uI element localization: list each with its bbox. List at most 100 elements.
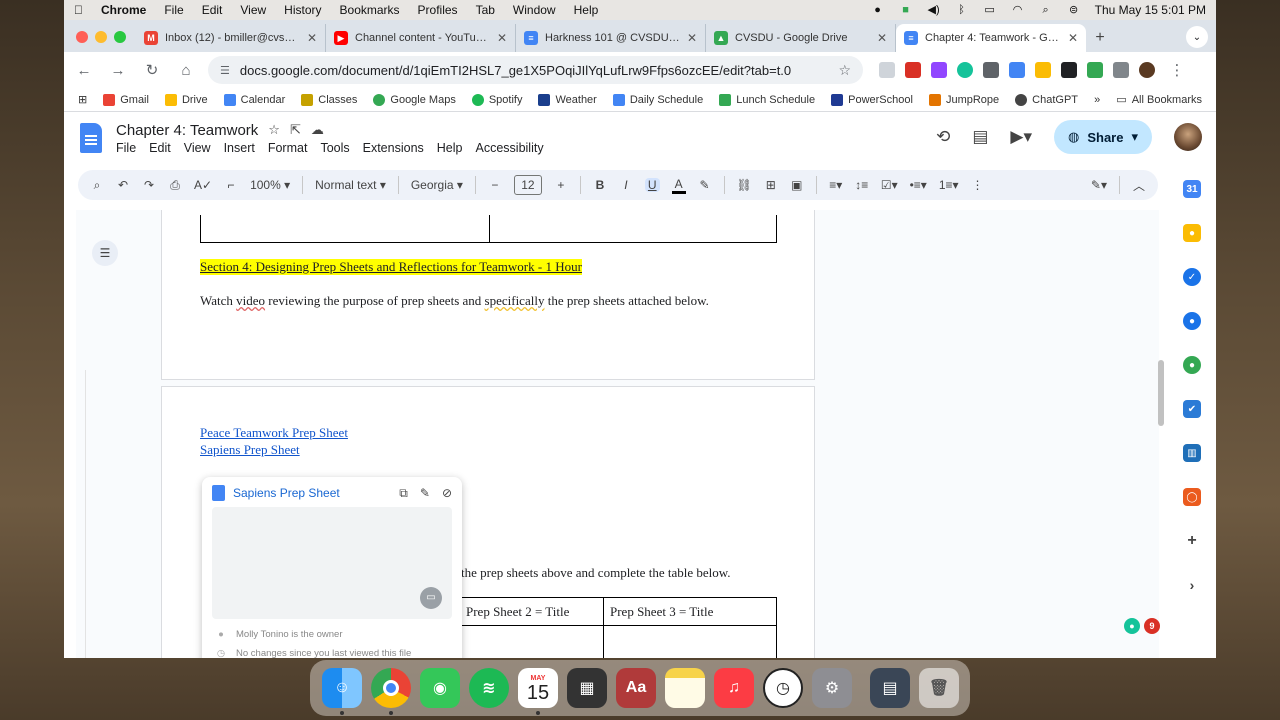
line-spacing-icon[interactable]: ↕≡: [855, 178, 869, 192]
grammarly-extension-icon[interactable]: [957, 62, 973, 78]
spellcheck-icon[interactable]: A✓: [194, 178, 212, 192]
highlight-icon[interactable]: ✎: [698, 178, 712, 192]
numbered-list-icon[interactable]: 1≡▾: [939, 178, 959, 192]
bookmark-daily-schedule[interactable]: Daily Schedule: [612, 93, 703, 106]
keep-icon[interactable]: ●: [1183, 224, 1201, 242]
collapse-menus-icon[interactable]: ︿: [1132, 177, 1146, 194]
tasks-icon[interactable]: ✓: [1183, 268, 1201, 286]
address-bar[interactable]: ☰ docs.google.com/document/d/1qiEmTI2HSL…: [208, 56, 863, 84]
record-icon[interactable]: ●: [871, 4, 885, 16]
share-button[interactable]: ◍ Share ▾: [1053, 120, 1152, 154]
notes-icon[interactable]: [665, 668, 705, 708]
new-extension-icon[interactable]: [905, 62, 921, 78]
forward-icon[interactable]: →: [106, 62, 130, 79]
account-avatar[interactable]: [1174, 123, 1202, 151]
doc-title[interactable]: Chapter 4: Teamwork: [116, 122, 258, 139]
inbox-addon-icon[interactable]: ▥: [1183, 444, 1201, 462]
contacts-icon[interactable]: ●: [1183, 312, 1201, 330]
puzzle-extensions-icon[interactable]: [1113, 62, 1129, 78]
screen-extension-icon[interactable]: [1061, 62, 1077, 78]
spotify-icon[interactable]: ≋: [469, 668, 509, 708]
docs-menu-edit[interactable]: Edit: [149, 141, 171, 155]
notification-count-badge[interactable]: 9: [1144, 618, 1160, 634]
star-icon[interactable]: ☆: [268, 122, 280, 138]
search-menus-icon[interactable]: ⌕: [90, 178, 104, 193]
close-window-button[interactable]: [76, 31, 88, 43]
text-color-icon[interactable]: A: [671, 177, 686, 194]
profile-avatar[interactable]: [1139, 62, 1155, 78]
close-tab-icon[interactable]: ✕: [497, 31, 507, 45]
document-outline-icon[interactable]: ☰: [92, 240, 118, 266]
menu-history[interactable]: History: [284, 3, 321, 17]
bookmark-classes[interactable]: Classes: [301, 93, 357, 106]
underline-icon[interactable]: U: [644, 178, 660, 192]
volume-icon[interactable]: ◀): [927, 4, 941, 16]
reload-icon[interactable]: ↻: [140, 61, 164, 79]
font-select[interactable]: Georgia ▾: [411, 178, 463, 192]
sapiens-prep-sheet-link[interactable]: Sapiens Prep Sheet: [200, 442, 300, 458]
site-info-icon[interactable]: ☰: [220, 64, 230, 77]
bookmark-star-icon[interactable]: ☆: [838, 62, 851, 79]
system-settings-icon[interactable]: ⚙: [812, 668, 852, 708]
zoom-window-button[interactable]: [114, 31, 126, 43]
bookmark-weather[interactable]: Weather: [538, 93, 597, 106]
menu-file[interactable]: File: [164, 3, 183, 17]
clock-icon[interactable]: ◷: [763, 668, 803, 708]
close-tab-icon[interactable]: ✕: [1068, 31, 1078, 45]
menu-profiles[interactable]: Profiles: [418, 3, 458, 17]
align-icon[interactable]: ≡▾: [829, 178, 843, 192]
docs-menu-extensions[interactable]: Extensions: [363, 141, 424, 155]
peace-prep-sheet-link[interactable]: Peace Teamwork Prep Sheet: [200, 425, 348, 441]
edit-extension-icon[interactable]: [1009, 62, 1025, 78]
paint-format-icon[interactable]: ⌐: [224, 178, 238, 192]
wifi-icon[interactable]: ◠: [1011, 4, 1025, 16]
apple-menu-icon[interactable]: : [74, 3, 83, 17]
bookmark-lunch-schedule[interactable]: Lunch Schedule: [719, 93, 815, 106]
insert-link-icon[interactable]: ⛓: [737, 178, 752, 192]
battery-icon[interactable]: ▭: [983, 4, 997, 16]
new-tab-button[interactable]: +: [1086, 24, 1114, 52]
remove-link-icon[interactable]: ⊘: [442, 486, 452, 501]
chrome-icon[interactable]: [371, 668, 411, 715]
expand-panel-icon[interactable]: ›: [1183, 576, 1201, 594]
table-header-cell[interactable]: Prep Sheet 3 = Title: [603, 598, 777, 626]
menu-bookmarks[interactable]: Bookmarks: [340, 3, 400, 17]
checklist-icon[interactable]: ☑▾: [881, 178, 898, 192]
calculator-icon[interactable]: ▦: [567, 668, 607, 708]
print-icon[interactable]: ⎙: [168, 178, 182, 193]
table-fragment[interactable]: [200, 215, 777, 243]
docs-menu-view[interactable]: View: [184, 141, 211, 155]
redo-icon[interactable]: ↷: [142, 178, 156, 192]
menu-view[interactable]: View: [240, 3, 266, 17]
menu-edit[interactable]: Edit: [202, 3, 223, 17]
popup-link-title[interactable]: Sapiens Prep Sheet: [233, 486, 391, 500]
more-bookmarks-icon[interactable]: »: [1094, 94, 1100, 106]
bookmark-spotify[interactable]: Spotify: [471, 93, 522, 106]
minimize-window-button[interactable]: [95, 31, 107, 43]
docs-menu-accessibility[interactable]: Accessibility: [476, 141, 544, 155]
document-canvas[interactable]: ▼ 1 2 3 4 5 6 7 ▼ 8 ☰ Section 4: Designi…: [76, 210, 1159, 658]
docs-menu-file[interactable]: File: [116, 141, 136, 155]
docs-menu-insert[interactable]: Insert: [224, 141, 255, 155]
insert-image-icon[interactable]: ▣: [790, 178, 804, 192]
messages-icon[interactable]: ◉: [420, 668, 460, 708]
table-header-cell[interactable]: Prep Sheet 2 = Title: [459, 598, 604, 626]
bulleted-list-icon[interactable]: •≡▾: [910, 178, 927, 192]
drive-extension-icon[interactable]: [1035, 62, 1051, 78]
close-tab-icon[interactable]: ✕: [307, 31, 317, 45]
paragraph[interactable]: the prep sheets above and complete the t…: [461, 565, 731, 581]
chrome-menu-icon[interactable]: ⋮: [1165, 61, 1189, 79]
tab-drive[interactable]: ▲ CVSDU - Google Drive ✕: [706, 24, 896, 52]
trash-icon[interactable]: 🗑: [919, 668, 959, 708]
extension-icon[interactable]: [983, 62, 999, 78]
bookmark-jumprope[interactable]: JumpRope: [928, 93, 999, 106]
comments-icon[interactable]: ▤: [972, 127, 988, 147]
bookmark-chatgpt[interactable]: ChatGPT: [1015, 93, 1078, 106]
bookmark-drive[interactable]: Drive: [164, 93, 208, 106]
style-select[interactable]: Normal text ▾: [315, 178, 386, 192]
menu-chrome[interactable]: Chrome: [101, 3, 146, 17]
table-cell[interactable]: [459, 626, 604, 658]
move-folder-icon[interactable]: ⇱: [290, 122, 301, 138]
font-size-input[interactable]: 12: [513, 175, 542, 195]
increase-font-size-icon[interactable]: +: [554, 178, 568, 192]
